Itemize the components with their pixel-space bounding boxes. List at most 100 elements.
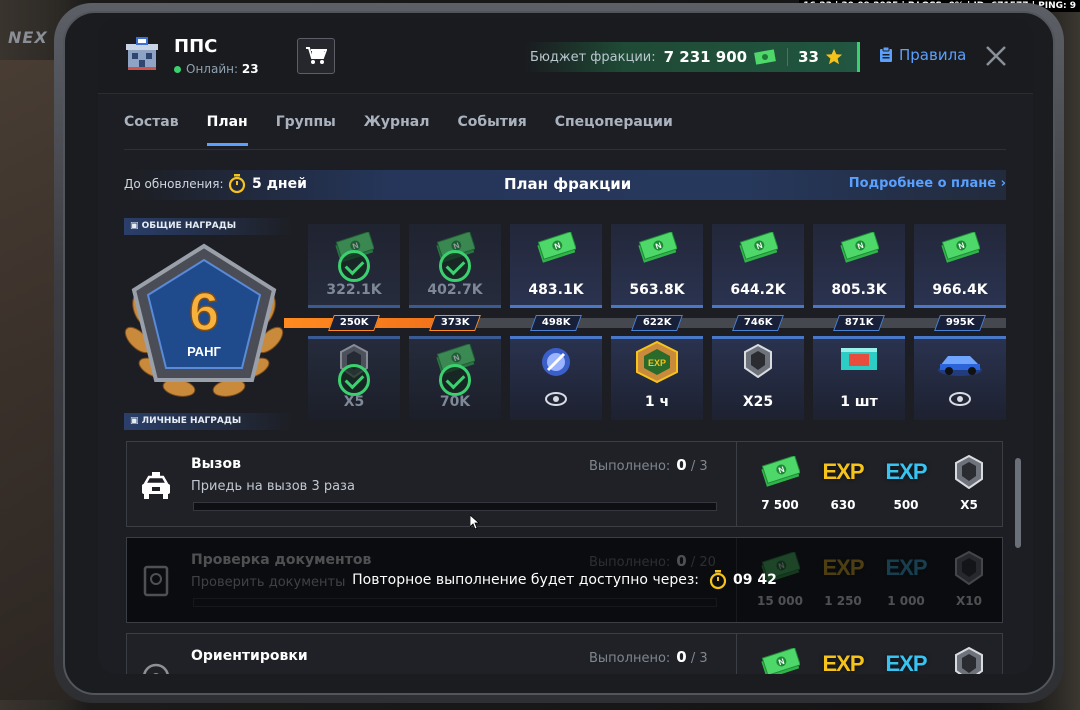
common-reward-cell[interactable]: N 805.3K xyxy=(813,224,905,308)
reward-amount: X10 xyxy=(956,594,982,608)
task-cooldown-message: Повторное выполнение будет доступно чере… xyxy=(127,570,1002,590)
gift-icon: ▣ xyxy=(130,416,142,426)
tier-threshold-node: 622K xyxy=(631,315,683,331)
cash-icon: N xyxy=(940,231,981,268)
budget-separator xyxy=(787,48,789,66)
task-card-proverka-dokumentov[interactable]: Проверка документов Проверить документы … xyxy=(126,537,1003,623)
personal-rewards-tag: ▣ ЛИЧНЫЕ НАГРАДЫ xyxy=(124,413,294,430)
chevron-right-icon: › xyxy=(1000,176,1006,191)
task-card-orientirovki[interactable]: Ориентировки Выполнено: 0 / 3 N EXP EXP xyxy=(126,633,1003,674)
cell-accent-line xyxy=(510,305,602,308)
task-progress: Выполнено: 0 / 3 xyxy=(589,648,708,666)
stars-value: 33 xyxy=(798,48,819,66)
cash-icon: N xyxy=(536,231,577,268)
close-icon[interactable] xyxy=(985,45,1007,67)
check-icon xyxy=(338,364,370,396)
preview-eye-icon[interactable] xyxy=(914,392,1006,410)
personal-reward-amount: X25 xyxy=(742,394,774,410)
tier-threshold-label: 373K xyxy=(440,317,470,328)
tier-threshold-label: 498K xyxy=(541,317,571,328)
common-reward-amount: 483.1K xyxy=(528,282,584,298)
tier-threshold-label: 746K xyxy=(743,317,773,328)
task-divider xyxy=(736,634,737,674)
online-dot-icon xyxy=(174,66,181,73)
personal-reward-cell[interactable]: X25 xyxy=(712,336,804,420)
online-status: Онлайн: 23 xyxy=(174,62,259,76)
reward-item xyxy=(938,647,1000,674)
shop-cart-button[interactable] xyxy=(297,38,335,74)
container-icon xyxy=(839,344,879,380)
personal-reward-cell[interactable]: 1 шт xyxy=(813,336,905,420)
online-label: Онлайн: xyxy=(186,62,239,76)
common-reward-amount: 402.7K xyxy=(427,282,483,298)
rules-doc-icon xyxy=(880,47,892,62)
reward-amount: X5 xyxy=(960,498,978,512)
task-card-vyzov[interactable]: Вызов Приедь на вызов 3 раза Выполнено: 0… xyxy=(126,441,1003,527)
cell-accent-line xyxy=(914,336,1006,339)
rank-badge: 6 РАНГ xyxy=(124,243,284,397)
cart-icon xyxy=(306,47,327,64)
task-progress-label: Выполнено: xyxy=(589,651,671,666)
reward-item: EXP 500 xyxy=(875,456,937,512)
cell-accent-line xyxy=(611,336,703,339)
tab-sobytiya[interactable]: События xyxy=(457,96,526,146)
car-icon xyxy=(936,344,984,380)
personal-reward-cell[interactable] xyxy=(914,336,1006,420)
common-reward-cell[interactable]: N 644.2K xyxy=(712,224,804,308)
common-reward-cell[interactable]: N 483.1K xyxy=(510,224,602,308)
timer-icon xyxy=(228,174,246,194)
personal-reward-amount: X5 xyxy=(343,394,365,410)
reward-item: N xyxy=(749,648,811,674)
common-reward-amount: 563.8K xyxy=(629,282,685,298)
personal-reward-cell[interactable]: X5 xyxy=(308,336,400,420)
check-icon xyxy=(439,364,471,396)
faction-name: ППС xyxy=(174,36,218,57)
plan-details-link[interactable]: Подробнее о плане › xyxy=(849,176,1006,191)
reward-item: N 7 500 xyxy=(749,456,811,512)
task-progress-value: 0 xyxy=(676,648,687,666)
personal-reward-cell[interactable] xyxy=(510,336,602,420)
cooldown-text: Повторное выполнение будет доступно чере… xyxy=(352,572,699,588)
tab-gruppy[interactable]: Группы xyxy=(276,96,336,146)
tab-zhurnal[interactable]: Журнал xyxy=(364,96,430,146)
tier-threshold-label: 250K xyxy=(339,317,369,328)
reward-amount: 630 xyxy=(830,498,856,512)
common-reward-cell[interactable]: N 966.4K xyxy=(914,224,1006,308)
task-name: Ориентировки xyxy=(191,648,308,664)
personal-reward-amount: 70K xyxy=(439,394,471,410)
armor-icon xyxy=(938,647,1000,674)
reward-amount: 1 000 xyxy=(887,594,925,608)
personal-reward-cell[interactable]: N 70K xyxy=(409,336,501,420)
common-rewards-label: ОБЩИЕ НАГРАДЫ xyxy=(141,221,237,231)
budget-value: 7 231 900 xyxy=(663,48,748,66)
task-progress-value: 0 xyxy=(676,552,687,570)
tab-plan[interactable]: План xyxy=(206,96,248,146)
cell-accent-line xyxy=(914,305,1006,308)
cash-icon: N xyxy=(738,231,779,268)
tab-specoperacii[interactable]: Спецоперации xyxy=(555,96,673,146)
update-label: До обновления: xyxy=(124,177,224,191)
cell-accent-line xyxy=(308,336,400,339)
task-progress-value: 0 xyxy=(676,456,687,474)
armor-icon xyxy=(738,344,778,380)
reward-item: EXP xyxy=(875,648,937,674)
common-reward-cell[interactable]: N 563.8K xyxy=(611,224,703,308)
common-reward-cell[interactable]: N 402.7K xyxy=(409,224,501,308)
tasks-scrollbar[interactable] xyxy=(1015,458,1021,548)
tier-threshold-node: 746K xyxy=(732,315,784,331)
preview-eye-icon[interactable] xyxy=(510,392,602,410)
rules-link[interactable]: Правила xyxy=(879,46,966,64)
reward-amount: 1 250 xyxy=(824,594,862,608)
tab-sostav[interactable]: Состав xyxy=(124,96,179,146)
task-progress-total: / 20 xyxy=(690,555,716,570)
tabs-divider xyxy=(124,149,1006,150)
tab-bar: Состав План Группы Журнал События Спецоп… xyxy=(124,96,673,146)
reward-amount: 7 500 xyxy=(761,498,799,512)
task-desc: Приедь на вызов 3 раза xyxy=(191,479,355,494)
common-reward-cell[interactable]: N 322.1K xyxy=(308,224,400,308)
cell-accent-line xyxy=(611,305,703,308)
rank-label: РАНГ xyxy=(187,344,221,359)
personal-reward-cell[interactable]: EXP 1 ч xyxy=(611,336,703,420)
tier-threshold-label: 995K xyxy=(945,317,975,328)
common-reward-amount: 966.4K xyxy=(932,282,988,298)
